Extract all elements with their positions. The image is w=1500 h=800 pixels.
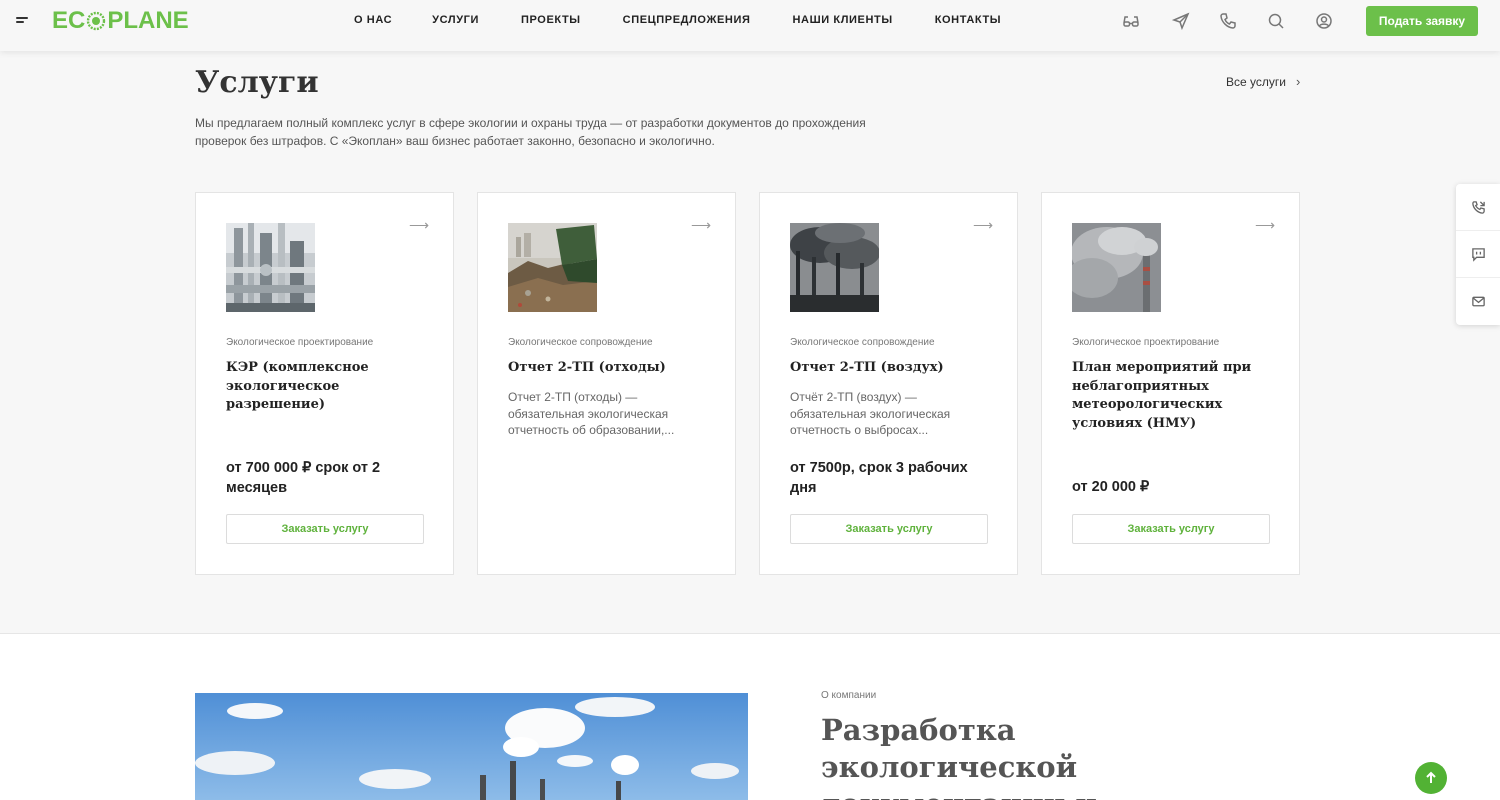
chat-icon[interactable] [1456, 231, 1500, 278]
services-section: Услуги Все услуги › Мы предлагаем полный… [0, 51, 1500, 634]
about-section: О компании Разработка экологической доку… [0, 634, 1500, 800]
arrow-right-icon[interactable]: ⟶ [691, 217, 711, 234]
service-title[interactable]: Отчет 2-ТП (отходы) [508, 359, 708, 378]
nav-services[interactable]: УСЛУГИ [432, 14, 479, 26]
all-services-label: Все услуги [1226, 74, 1286, 89]
arrow-right-icon[interactable]: ⟶ [973, 217, 993, 234]
service-card-ker[interactable]: ⟶ Экологическое проектирование КЭР (комп… [195, 192, 454, 575]
nav-clients[interactable]: НАШИ КЛИЕНТЫ [792, 14, 892, 26]
scroll-to-top-button[interactable] [1415, 762, 1447, 794]
callback-icon[interactable] [1456, 184, 1500, 231]
service-card-nmu[interactable]: ⟶ Экологическое проектирование План меро… [1041, 192, 1300, 575]
floating-contact-panel [1456, 184, 1500, 325]
order-service-button[interactable]: Заказать услугу [790, 514, 988, 544]
search-icon[interactable] [1267, 12, 1285, 30]
glasses-icon[interactable] [1122, 12, 1140, 30]
arrow-up-icon [1426, 771, 1436, 783]
service-image-garbage [508, 223, 597, 312]
send-icon[interactable] [1171, 12, 1190, 31]
logo[interactable]: EC PLANE [52, 7, 189, 34]
service-image-chimneys [790, 223, 879, 312]
arrow-right-icon[interactable]: ⟶ [1255, 217, 1275, 234]
all-services-link[interactable]: Все услуги › [1226, 74, 1300, 89]
order-service-button[interactable]: Заказать услугу [226, 514, 424, 544]
service-title[interactable]: КЭР (комплексное экологическое разрешени… [226, 359, 426, 415]
user-icon[interactable] [1315, 12, 1333, 30]
mail-icon[interactable] [1456, 278, 1500, 325]
main-nav: О НАС УСЛУГИ ПРОЕКТЫ СПЕЦПРЕДЛОЖЕНИЯ НАШ… [354, 14, 1001, 26]
service-card-2tp-waste[interactable]: ⟶ Экологическое сопровождение Отчет 2-ТП… [477, 192, 736, 575]
logo-text-left: EC [52, 7, 86, 34]
services-title: Услуги [195, 65, 319, 100]
service-category: Экологическое проектирование [226, 337, 374, 348]
logo-text-right: PLANE [107, 7, 189, 34]
service-category: Экологическое сопровождение [790, 337, 935, 348]
site-header: EC PLANE О НАС УСЛУГИ ПРОЕКТЫ СПЕЦПРЕДЛО… [0, 0, 1500, 51]
service-category: Экологическое проектирование [1072, 337, 1220, 348]
arrow-right-icon[interactable]: ⟶ [409, 217, 429, 234]
chevron-right-icon: › [1295, 74, 1301, 89]
nav-about[interactable]: О НАС [354, 14, 392, 26]
service-title[interactable]: Отчет 2-ТП (воздух) [790, 359, 990, 378]
service-category: Экологическое сопровождение [508, 337, 653, 348]
apply-button[interactable]: Подать заявку [1366, 6, 1478, 36]
service-image-pipes [226, 223, 315, 312]
services-description: Мы предлагаем полный комплекс услуг в сф… [195, 116, 866, 148]
service-title[interactable]: План мероприятий при неблагоприятных мет… [1072, 359, 1272, 433]
order-service-button[interactable]: Заказать услугу [1072, 514, 1270, 544]
service-image-smoke [1072, 223, 1161, 312]
nav-projects[interactable]: ПРОЕКТЫ [521, 14, 581, 26]
menu-icon[interactable] [16, 16, 30, 26]
service-price: от 700 000 ₽ срок от 2 месяцев [226, 460, 381, 496]
about-kicker: О компании [821, 690, 877, 701]
nav-specials[interactable]: СПЕЦПРЕДЛОЖЕНИЯ [623, 14, 751, 26]
about-title: Разработка экологической документации и [821, 713, 1097, 800]
service-description: Отчёт 2-ТП (воздух) — обязательная эколо… [790, 390, 951, 437]
service-price: от 20 000 ₽ [1072, 479, 1150, 495]
nav-contacts[interactable]: КОНТАКТЫ [935, 14, 1001, 26]
service-card-2tp-air[interactable]: ⟶ Экологическое сопровождение Отчет 2-ТП… [759, 192, 1018, 575]
service-price: от 7500р, срок 3 рабочих дня [790, 460, 968, 496]
logo-emblem-icon [87, 11, 106, 31]
phone-icon[interactable] [1219, 12, 1237, 30]
service-description: Отчет 2-ТП (отходы) — обязательная эколо… [508, 390, 675, 437]
about-photo-factory [195, 693, 748, 800]
